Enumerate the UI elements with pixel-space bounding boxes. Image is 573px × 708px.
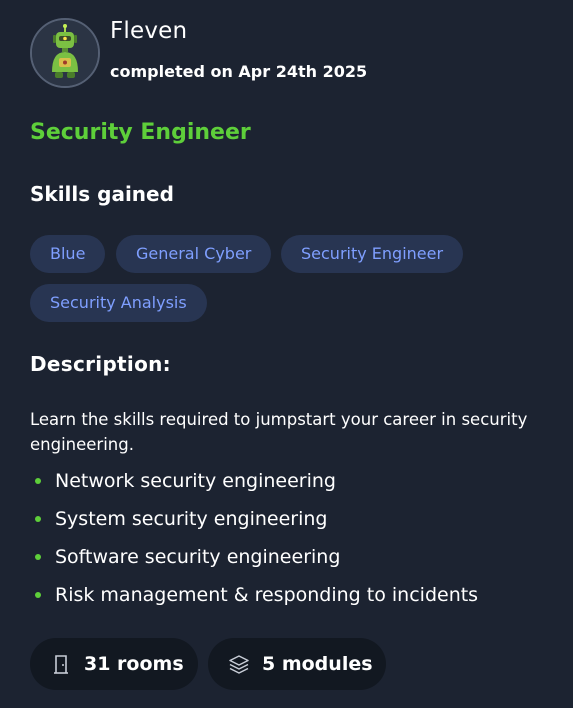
description-text: Learn the skills required to jumpstart y…: [30, 410, 528, 454]
skill-chip[interactable]: Security Analysis: [30, 284, 207, 322]
avatar[interactable]: [30, 18, 100, 88]
list-item: Risk management & responding to incident…: [30, 580, 478, 618]
rooms-stat[interactable]: 31 rooms: [30, 638, 198, 690]
list-item-text: Risk management & responding to incident…: [55, 584, 479, 606]
modules-stat[interactable]: 5 modules: [208, 638, 386, 690]
skill-chip[interactable]: General Cyber: [116, 235, 272, 273]
modules-count: 5 modules: [262, 653, 373, 675]
list-item: Network security engineering: [30, 466, 478, 504]
skill-chip[interactable]: Blue: [30, 235, 106, 273]
list-item-text: System security engineering: [55, 508, 328, 530]
bullet-dot-icon: [35, 554, 41, 560]
completion-date: completed on Apr 24th 2025: [110, 62, 368, 81]
path-title[interactable]: Security Engineer: [30, 120, 251, 145]
username[interactable]: Fleven: [110, 18, 187, 44]
list-item-text: Software security engineering: [55, 546, 341, 568]
rooms-count: 31 rooms: [84, 653, 184, 675]
bullet-dot-icon: [35, 478, 41, 484]
skill-chip[interactable]: Security Engineer: [281, 235, 464, 273]
layers-icon: [228, 653, 250, 675]
certificate-card: Fleven completed on Apr 24th 2025 Securi…: [0, 0, 573, 708]
robot-avatar-icon: [32, 20, 98, 86]
list-item: System security engineering: [30, 504, 478, 542]
bullet-dot-icon: [35, 516, 41, 522]
skills-heading: Skills gained: [30, 182, 174, 206]
description-bullets: Network security engineering System secu…: [30, 466, 478, 618]
door-icon: [50, 653, 72, 675]
list-item: Software security engineering: [30, 542, 478, 580]
description-heading: Description:: [30, 352, 171, 376]
list-item-text: Network security engineering: [55, 470, 336, 492]
bullet-dot-icon: [35, 592, 41, 598]
